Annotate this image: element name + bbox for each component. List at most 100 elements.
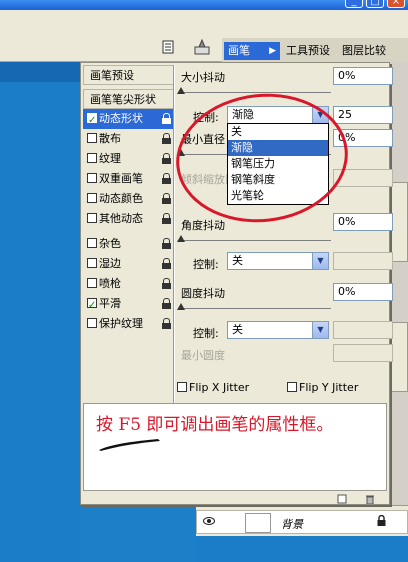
layer-lock-icon xyxy=(377,514,386,529)
flip-x-checkbox[interactable] xyxy=(177,382,187,392)
roundness-jitter-field[interactable]: 0% xyxy=(333,283,393,301)
tab-brushes[interactable]: 画笔 ▶ xyxy=(224,42,280,60)
option-label: 湿边 xyxy=(99,257,121,270)
option-label: 喷枪 xyxy=(99,277,121,290)
angle-jitter-slider[interactable] xyxy=(177,233,331,242)
checkbox[interactable] xyxy=(87,173,97,183)
canvas-area xyxy=(0,62,80,562)
brush-stroke-sample xyxy=(99,439,160,451)
brush-palette-icon[interactable] xyxy=(193,38,211,56)
option-label: 动态形状 xyxy=(99,112,143,125)
option-shape-dynamics[interactable]: 动态形状 xyxy=(83,109,175,131)
option-color-dynamics[interactable]: 动态颜色 xyxy=(83,189,175,209)
tab-brushes-label: 画笔 xyxy=(228,44,250,57)
option-scattering[interactable]: 散布 xyxy=(83,129,175,149)
chevron-down-icon[interactable]: ▼ xyxy=(312,253,328,269)
layer-thumbnail xyxy=(245,513,271,533)
option-label: 杂色 xyxy=(99,237,121,250)
canvas-title-strip xyxy=(0,62,80,82)
checkbox[interactable] xyxy=(87,111,97,131)
lock-icon xyxy=(162,213,171,224)
option-label: 平滑 xyxy=(99,297,121,310)
option-label: 动态颜色 xyxy=(99,192,143,205)
option-other-dynamics[interactable]: 其他动态 xyxy=(83,209,175,229)
roundness-control-value: 关 xyxy=(232,323,243,336)
minimize-button[interactable]: _ xyxy=(345,0,363,8)
tab-layer-comps[interactable]: 图层比较 xyxy=(338,42,390,60)
option-wet-edges[interactable]: 湿边 xyxy=(83,254,175,274)
checkbox[interactable] xyxy=(87,258,97,268)
flip-x-option[interactable]: Flip X Jitter xyxy=(177,381,249,394)
flip-y-label: Flip Y Jitter xyxy=(299,381,359,394)
brush-stroke-preview: 按 F5 即可调出画笔的属性框。 xyxy=(83,403,387,491)
angle-jitter-label: 角度抖动 xyxy=(181,219,225,232)
eye-icon[interactable] xyxy=(203,516,215,529)
option-texture[interactable]: 纹理 xyxy=(83,149,175,169)
checkbox[interactable] xyxy=(87,318,97,328)
flip-y-option[interactable]: Flip Y Jitter xyxy=(287,381,358,394)
option-dual-brush[interactable]: 双重画笔 xyxy=(83,169,175,189)
layers-footer xyxy=(196,536,408,562)
option-airbrush[interactable]: 喷枪 xyxy=(83,274,175,294)
slider-thumb[interactable] xyxy=(177,235,185,242)
option-label: 保护纹理 xyxy=(99,317,143,330)
maximize-button[interactable]: □ xyxy=(366,0,384,8)
angle-steps-field xyxy=(333,252,393,270)
lock-icon xyxy=(162,298,171,309)
palette-well: 画笔 ▶ 工具预设 图层比较 xyxy=(222,38,408,62)
close-button[interactable]: × xyxy=(387,0,405,8)
option-smoothing[interactable]: 平滑 xyxy=(83,294,175,316)
checkbox[interactable] xyxy=(87,296,97,316)
checkbox[interactable] xyxy=(87,213,97,223)
angle-control-value: 关 xyxy=(232,254,243,267)
checkbox[interactable] xyxy=(87,278,97,288)
option-noise[interactable]: 杂色 xyxy=(83,234,175,254)
checkbox[interactable] xyxy=(87,133,97,143)
lock-icon xyxy=(162,193,171,204)
layers-panel: 背景 xyxy=(196,505,408,562)
brush-tip-shape-header[interactable]: 画笔笔尖形状 xyxy=(83,89,175,109)
slider-thumb[interactable] xyxy=(177,303,185,310)
preview-note: 按 F5 即可调出画笔的属性框。 xyxy=(96,415,334,435)
option-label: 双重画笔 xyxy=(99,172,143,185)
lock-icon xyxy=(162,113,171,124)
checkbox[interactable] xyxy=(87,193,97,203)
new-brush-icon[interactable] xyxy=(337,494,347,504)
size-jitter-field[interactable]: 0% xyxy=(333,67,393,85)
layer-row[interactable]: 背景 xyxy=(196,510,408,534)
angle-control-select[interactable]: 关 ▼ xyxy=(227,252,329,270)
document-icon[interactable] xyxy=(161,40,175,54)
brush-presets-header[interactable]: 画笔预设 xyxy=(83,65,175,85)
min-roundness-label: 最小圆度 xyxy=(181,349,225,362)
chevron-down-icon[interactable]: ▼ xyxy=(312,322,328,338)
option-label: 其他动态 xyxy=(99,212,143,225)
lock-icon xyxy=(162,318,171,329)
roundness-control-label: 控制: xyxy=(193,327,219,340)
checkbox[interactable] xyxy=(87,153,97,163)
tab-tool-presets[interactable]: 工具预设 xyxy=(282,42,334,60)
slider-thumb[interactable] xyxy=(177,87,185,94)
lock-icon xyxy=(162,173,171,184)
flip-y-checkbox[interactable] xyxy=(287,382,297,392)
lock-icon xyxy=(162,278,171,289)
angle-jitter-field[interactable]: 0% xyxy=(333,213,393,231)
roundness-jitter-label: 圆度抖动 xyxy=(181,287,225,300)
trash-icon[interactable] xyxy=(365,494,375,505)
tab-arrow-icon: ▶ xyxy=(269,46,276,56)
option-protect-texture[interactable]: 保护纹理 xyxy=(83,314,175,334)
lock-icon xyxy=(162,153,171,164)
angle-control-label: 控制: xyxy=(193,258,219,271)
size-jitter-slider[interactable] xyxy=(177,85,331,94)
checkbox[interactable] xyxy=(87,238,97,248)
fade-steps-field[interactable]: 25 xyxy=(333,106,393,124)
min-roundness-field xyxy=(333,344,393,362)
palette-footer xyxy=(81,493,389,505)
layer-name: 背景 xyxy=(281,518,303,531)
size-jitter-label: 大小抖动 xyxy=(181,71,225,84)
column-divider xyxy=(173,65,175,403)
lock-icon xyxy=(162,238,171,249)
flip-x-label: Flip X Jitter xyxy=(189,381,250,394)
lock-icon xyxy=(162,258,171,269)
roundness-jitter-slider[interactable] xyxy=(177,301,331,310)
roundness-control-select[interactable]: 关 ▼ xyxy=(227,321,329,339)
